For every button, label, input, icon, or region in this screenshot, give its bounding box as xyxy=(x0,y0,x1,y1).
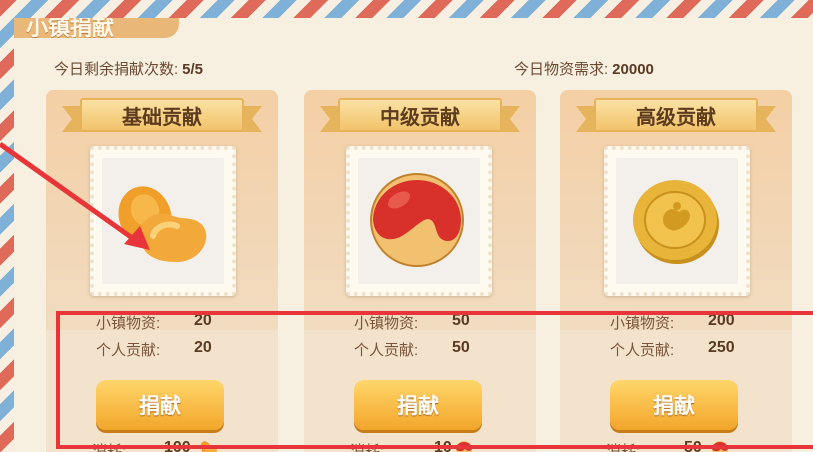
panel-title-tab: 小镇捐献 xyxy=(14,18,179,38)
demand-label: 今日物资需求: xyxy=(514,61,609,78)
gold-coin-icon xyxy=(633,180,719,264)
annotation-arrow-icon xyxy=(0,141,150,250)
daily-demand: 今日物资需求: 20000 xyxy=(514,58,654,79)
red-orb-icon xyxy=(370,173,464,267)
annotation-highlight-box xyxy=(56,311,813,449)
card-ribbon: 中级贡献 xyxy=(320,98,520,138)
card-ribbon: 高级贡献 xyxy=(576,98,776,138)
item-stamp xyxy=(346,146,492,296)
remaining-count: 今日剩余捐献次数: 5/5 xyxy=(54,58,203,79)
item-stamp xyxy=(604,146,750,296)
demand-value: 20000 xyxy=(612,61,654,78)
card-title: 高级贡献 xyxy=(594,98,758,132)
card-title: 基础贡献 xyxy=(80,98,244,132)
card-title: 中级贡献 xyxy=(338,98,502,132)
remaining-label: 今日剩余捐献次数: xyxy=(54,61,179,78)
panel-title: 小镇捐献 xyxy=(26,18,115,38)
remaining-value: 5/5 xyxy=(182,61,204,78)
